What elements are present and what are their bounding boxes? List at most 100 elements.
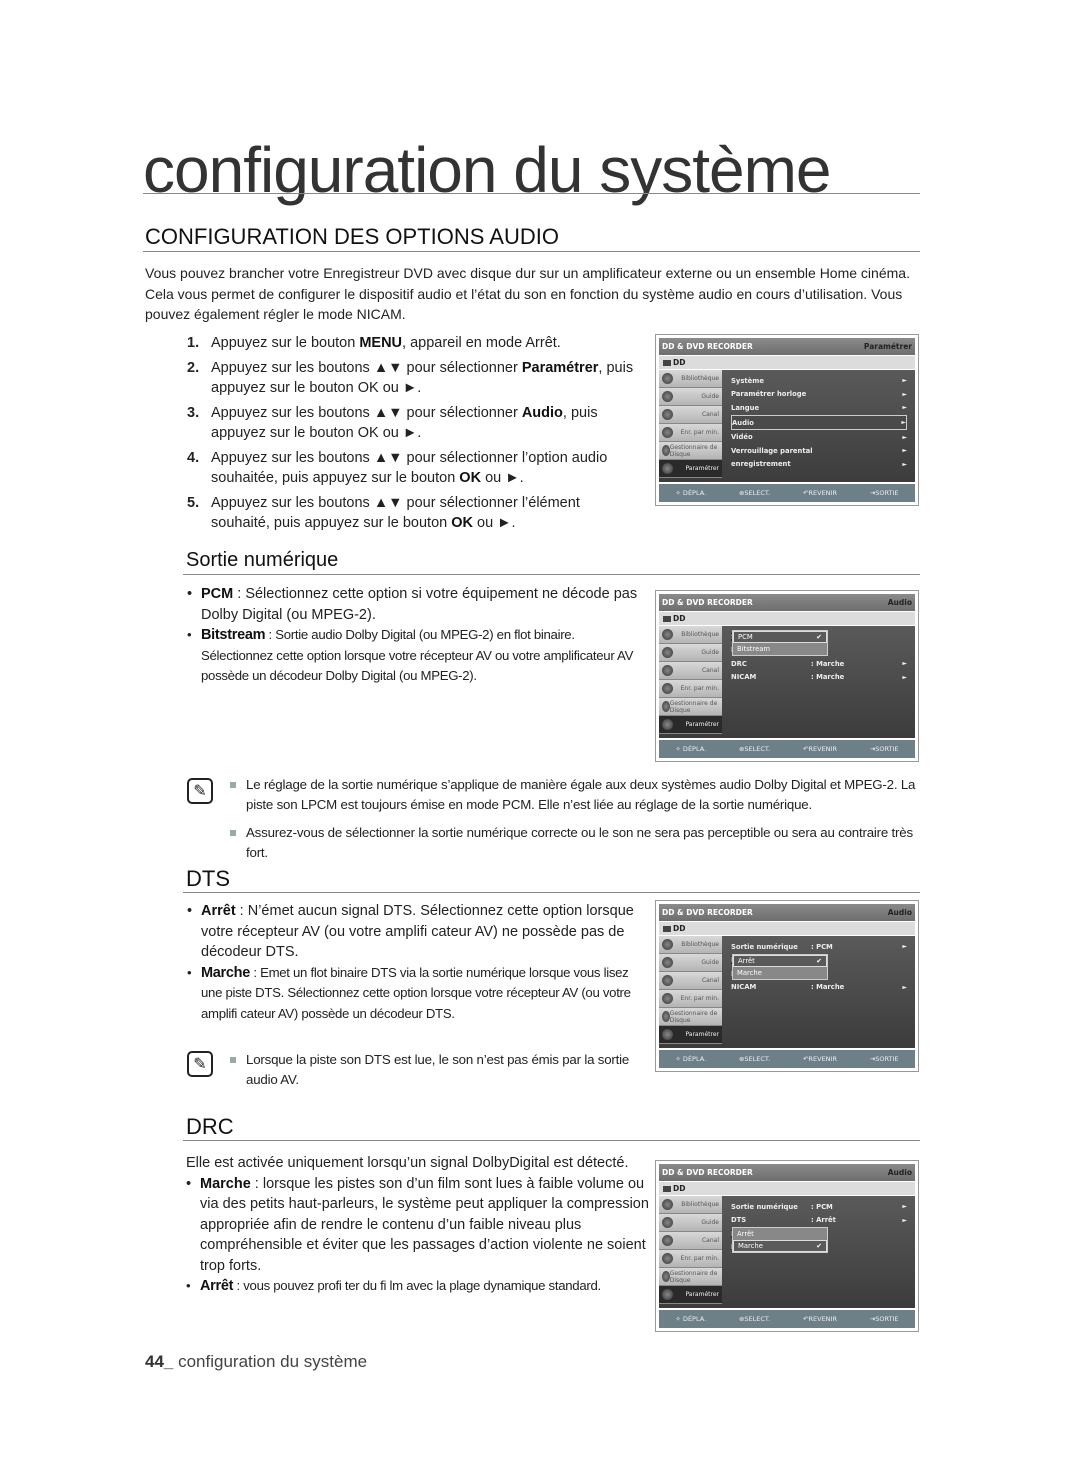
osd-sidebar-item[interactable]: Paramétrer xyxy=(659,716,722,734)
osd-hint: ✧ DÉPLA. xyxy=(675,1055,707,1063)
menu-icon xyxy=(662,1011,670,1022)
menu-icon xyxy=(662,719,673,730)
menu-icon xyxy=(662,683,673,694)
osd-sidebar-item[interactable]: Canal xyxy=(659,972,722,990)
osd-header: DD & DVD RECORDER Audio xyxy=(659,904,915,921)
note-icon: ✎ xyxy=(187,1051,213,1077)
osd-sidebar-item[interactable]: Guide xyxy=(659,954,722,972)
menu-icon xyxy=(662,1271,670,1282)
arrow-right-icon: ► xyxy=(902,404,907,412)
osd-sidebar-item[interactable]: Guide xyxy=(659,1214,722,1232)
osd-option-popup: Arrêt Marche ✔ xyxy=(732,1227,828,1253)
dts-options: Arrêt : N’émet aucun signal DTS. Sélecti… xyxy=(187,901,652,1024)
menu-icon xyxy=(662,427,673,438)
osd-menu-item[interactable]: Système ► xyxy=(731,374,907,388)
check-icon: ✔ xyxy=(816,633,822,641)
osd-menu-row[interactable]: Sortie numérique: PCM ► xyxy=(731,940,907,954)
osd-menu-item[interactable]: Audio ► xyxy=(731,414,907,431)
arrow-right-icon: ► xyxy=(902,983,907,991)
subsection-title-sortie: Sortie numérique xyxy=(186,549,339,571)
osd-sidebar-item[interactable]: Paramétrer xyxy=(659,1026,722,1044)
arrow-right-icon: ► xyxy=(902,660,907,668)
hdd-icon xyxy=(663,1185,671,1192)
osd-header: DD & DVD RECORDER Paramétrer xyxy=(659,338,915,355)
osd-option[interactable]: Marche xyxy=(733,967,827,979)
osd-hint: ⊛SELECT. xyxy=(738,745,771,753)
osd-sidebar-item[interactable]: Gestionnaire de Disque xyxy=(659,1268,722,1286)
osd-screen-sortie: DD & DVD RECORDER Audio DD Bibliothèque Guid… xyxy=(655,590,919,762)
note-item: Lorsque la piste son DTS est lue, le son… xyxy=(230,1050,650,1090)
osd-menu-row[interactable]: Sortie numérique: PCM ► xyxy=(731,1200,907,1214)
menu-icon xyxy=(662,1199,673,1210)
osd-option[interactable]: Marche ✔ xyxy=(733,1240,827,1252)
note-item: Assurez-vous de sélectionner la sortie n… xyxy=(230,823,920,863)
osd-sidebar-item[interactable]: Canal xyxy=(659,1232,722,1250)
osd-menu-row[interactable]: NICAM: Marche ► xyxy=(731,671,907,685)
osd-menu-item[interactable]: Verrouillage parental ► xyxy=(731,444,907,458)
osd-header: DD & DVD RECORDER Audio xyxy=(659,1164,915,1181)
menu-icon xyxy=(662,1289,673,1300)
osd-sidebar-item[interactable]: Paramétrer xyxy=(659,1286,722,1304)
osd-hint: ⊛SELECT. xyxy=(738,1315,771,1323)
step-item: 4. Appuyez sur les boutons ▲▼ pour sélect… xyxy=(187,449,608,487)
osd-option[interactable]: Bitstream xyxy=(733,643,827,655)
arrow-right-icon: ► xyxy=(902,377,907,385)
osd-menu-item[interactable]: enregistrement ► xyxy=(731,458,907,472)
osd-menu-row[interactable]: DTS: Arrêt ► xyxy=(731,1214,907,1228)
osd-sidebar-item[interactable]: Bibliothèque xyxy=(659,370,722,388)
osd-hint: ⇥SORTIE xyxy=(869,1315,899,1323)
arrow-right-icon: ► xyxy=(902,447,907,455)
osd-sidebar-item[interactable]: Guide xyxy=(659,388,722,406)
step-item: 1. Appuyez sur le bouton MENU, appareil e… xyxy=(187,335,561,351)
osd-sidebar-item[interactable]: Paramétrer xyxy=(659,460,722,478)
divider xyxy=(183,574,920,575)
menu-icon xyxy=(662,939,673,950)
arrow-right-icon: ► xyxy=(902,390,907,398)
osd-sidebar-item[interactable]: Enr. par min. xyxy=(659,424,722,442)
sortie-notes: Le réglage de la sortie numérique s’appl… xyxy=(230,775,920,871)
menu-icon xyxy=(662,993,673,1004)
menu-icon xyxy=(662,463,673,474)
arrow-right-icon: ► xyxy=(902,943,907,951)
osd-sidebar-item[interactable]: Canal xyxy=(659,662,722,680)
osd-sidebar-item[interactable]: Canal xyxy=(659,406,722,424)
osd-sidebar-item[interactable]: Guide xyxy=(659,644,722,662)
osd-option[interactable]: Arrêt ✔ xyxy=(733,954,827,967)
menu-icon xyxy=(662,445,670,456)
sortie-options: PCM : Sélectionnez cette option si votre… xyxy=(187,584,642,687)
osd-sidebar-item[interactable]: Gestionnaire de Disque xyxy=(659,442,722,460)
drc-arret-option: Arrêt : vous pouvez profi ter du fi lm a… xyxy=(186,1276,656,1297)
osd-menu-item[interactable]: Vidéo ► xyxy=(731,430,907,444)
osd-sidebar-item[interactable]: Bibliothèque xyxy=(659,1196,722,1214)
osd-sidebar-item[interactable]: Gestionnaire de Disque xyxy=(659,698,722,716)
menu-icon xyxy=(662,391,673,402)
osd-hint: ⊛SELECT. xyxy=(738,1055,771,1063)
osd-sidebar-item[interactable]: Gestionnaire de Disque xyxy=(659,1008,722,1026)
osd-menu-row[interactable]: DRC: Marche ► xyxy=(731,657,907,671)
arrow-right-icon: ► xyxy=(901,419,906,427)
intro-paragraph: Vous pouvez brancher votre Enregistreur … xyxy=(145,265,910,322)
osd-sidebar-item[interactable]: Enr. par min. xyxy=(659,990,722,1008)
subsection-title-dts: DTS xyxy=(186,866,230,891)
menu-icon xyxy=(662,1253,673,1264)
osd-hint: ↶REVENIR xyxy=(803,489,837,497)
osd-sidebar-item[interactable]: Bibliothèque xyxy=(659,626,722,644)
menu-icon xyxy=(662,629,673,640)
osd-option[interactable]: Arrêt xyxy=(733,1228,827,1240)
osd-sidebar-item[interactable]: Enr. par min. xyxy=(659,1250,722,1268)
osd-sidebar: Bibliothèque Guide Canal Enr. par min. Gesti… xyxy=(659,1196,722,1308)
step-item: 5. Appuyez sur les boutons ▲▼ pour sélect… xyxy=(187,494,580,532)
osd-sidebar-item[interactable]: Bibliothèque xyxy=(659,936,722,954)
divider xyxy=(143,193,920,194)
osd-sidebar: Bibliothèque Guide Canal Enr. par min. Gesti… xyxy=(659,936,722,1048)
arrow-right-icon: ► xyxy=(902,1203,907,1211)
osd-hint: ↶REVENIR xyxy=(803,745,837,753)
divider xyxy=(143,251,920,252)
osd-menu-row[interactable]: NICAM: Marche ► xyxy=(731,981,907,995)
osd-screen-parametrer: DD & DVD RECORDER Paramétrer DD Bibliothèqu… xyxy=(655,334,919,506)
osd-sidebar-item[interactable]: Enr. par min. xyxy=(659,680,722,698)
drc-marche-option: Marche : lorsque les pistes son d’un fil… xyxy=(186,1174,656,1277)
osd-menu-item[interactable]: Langue ► xyxy=(731,401,907,415)
osd-option[interactable]: PCM ✔ xyxy=(733,631,827,643)
osd-menu-item[interactable]: Paramétrer horloge ► xyxy=(731,388,907,402)
